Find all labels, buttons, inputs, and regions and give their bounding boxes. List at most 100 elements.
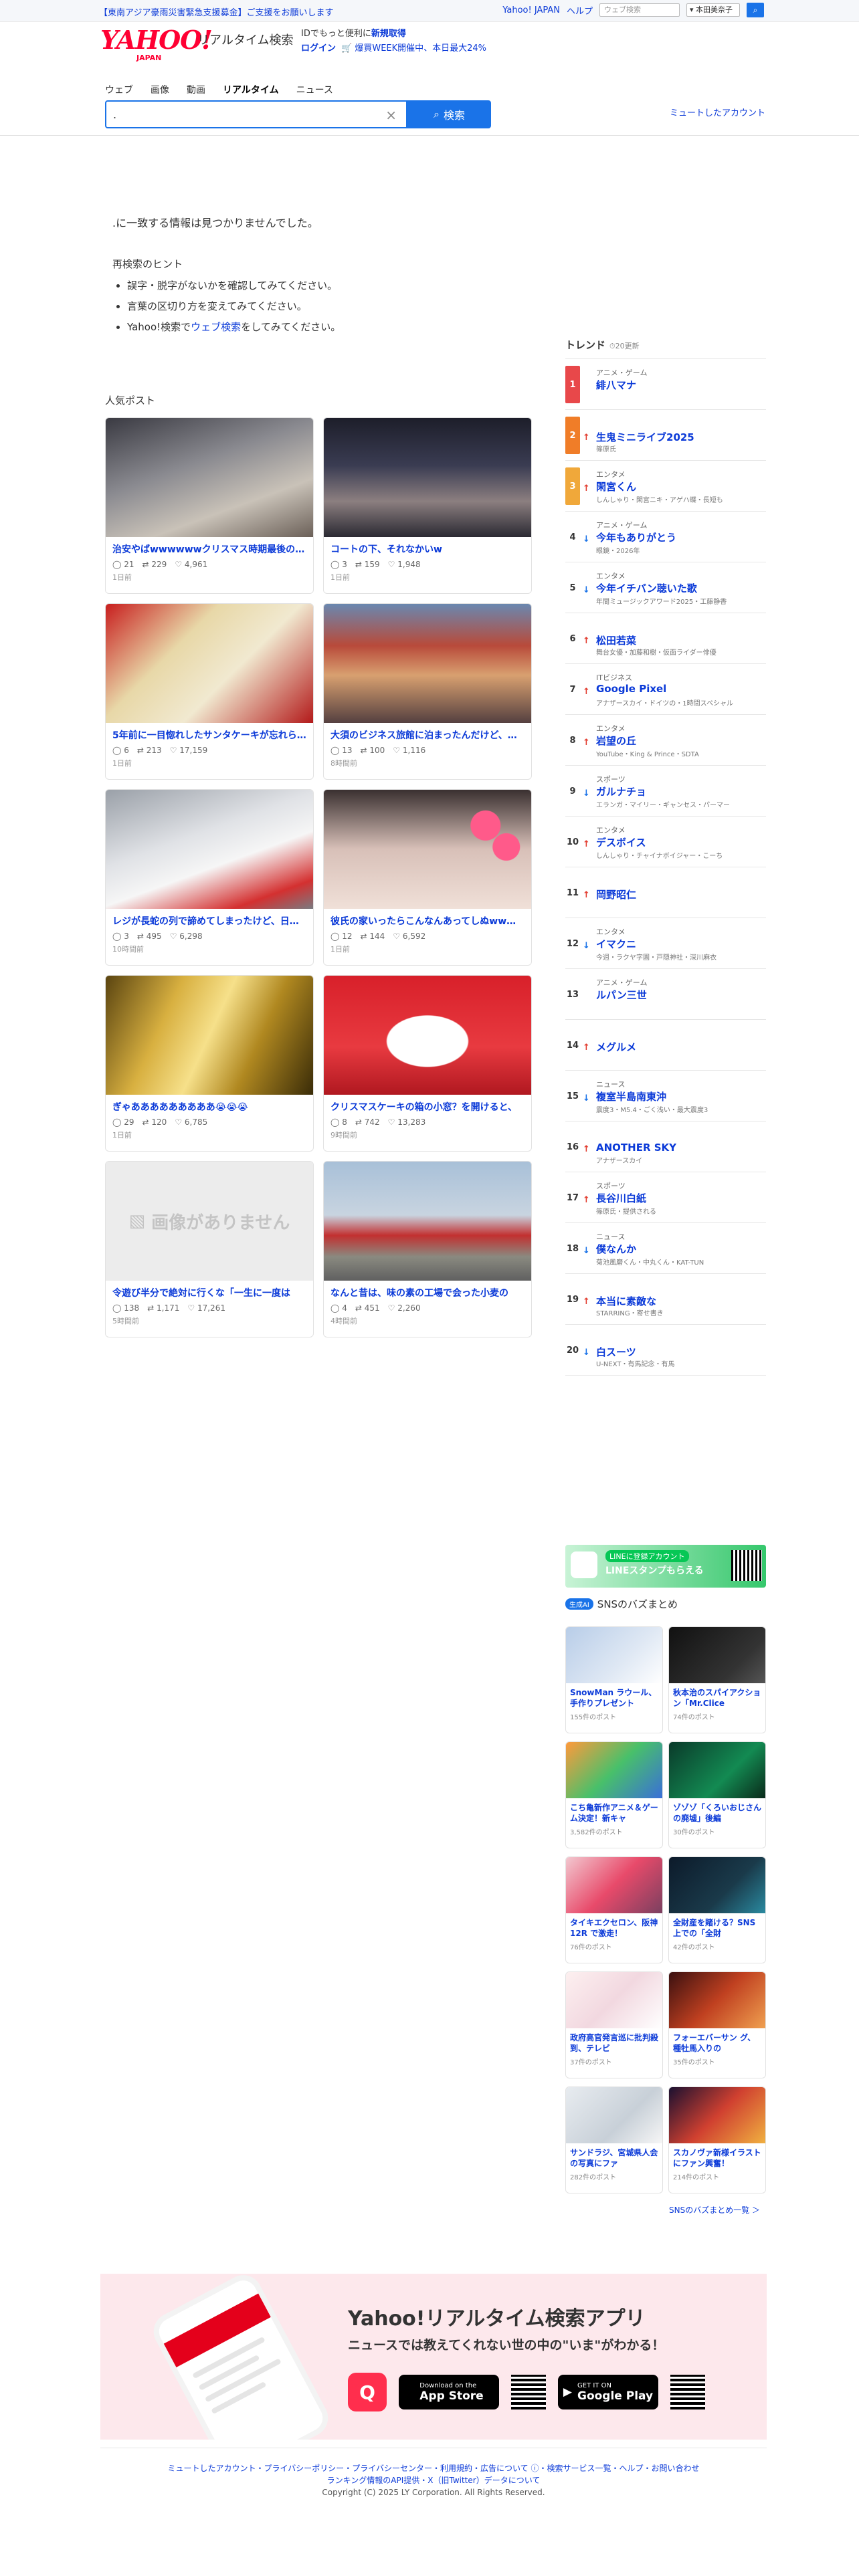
web-search-button[interactable]: ⌕: [747, 3, 764, 17]
trend-item[interactable]: 4 ↓ アニメ・ゲーム 今年もありがとう 眼鏡・2026年: [565, 512, 766, 562]
footer-links-2[interactable]: ランキング情報のAPI提供・X（旧Twitter）データについて: [100, 2474, 767, 2486]
trend-item[interactable]: 18 ↓ ニュース 僕なんか 菊池風磨くん・中丸くん・KAT-TUN: [565, 1223, 766, 1274]
trend-item[interactable]: 6 ↑ 松田若菜 舞台女優・加藤和樹・仮面ライダー俳優: [565, 613, 766, 664]
post-caption[interactable]: 大須のビジネス旅館に泊まったんだけど、最高: [324, 723, 531, 742]
line-banner[interactable]: LINEに登録アカウント LINEスタンプもらえる: [565, 1545, 766, 1588]
trend-item[interactable]: 12 ↓ エンタメ イマクニ 今週・ラクヤ字園・戸隠神社・深川麻衣: [565, 918, 766, 969]
trend-name[interactable]: ルパン三世: [596, 988, 647, 1002]
trend-name[interactable]: 生鬼ミニライブ2025: [596, 430, 694, 444]
post-caption[interactable]: なんと昔は、味の素の工場で会った小麦の: [324, 1281, 531, 1299]
trend-item[interactable]: 9 ↓ スポーツ ガルナチョ エランガ・マイリー・ギャンセス・パーマー: [565, 766, 766, 817]
trend-item[interactable]: 15 ↓ ニュース 複室半島南東沖 震度3・M5.4・ごく浅い・最大震度3: [565, 1071, 766, 1121]
sns-buzz-card[interactable]: こち亀新作アニメ＆ゲーム決定！新キャ 3,582件のポスト: [565, 1741, 663, 1848]
yahoo-japan-link[interactable]: Yahoo! JAPAN: [502, 5, 560, 15]
sns-buzz-card[interactable]: ゾゾゾ「くろいおじさんの廃墟」後編 30件のポスト: [668, 1741, 766, 1848]
sns-buzz-title[interactable]: タイキエクセロン、阪神12R で激走！: [566, 1913, 662, 1939]
sns-buzz-card[interactable]: サンドラジ、宮城県人会の写真にファ 282件のポスト: [565, 2086, 663, 2193]
sns-buzz-title[interactable]: 全財産を賭ける？SNS上での「全財: [669, 1913, 765, 1939]
post-caption[interactable]: レジが長蛇の列で諦めてしまったけど、日本の: [106, 909, 313, 928]
post-card[interactable]: 彼氏の家いったらこんなんあってしぬwwwww ◯ 12 ⇄ 144 ♡ 6,592 …: [323, 789, 532, 966]
web-search-link[interactable]: ウェブ検索: [191, 321, 241, 333]
trend-item[interactable]: 13 アニメ・ゲーム ルパン三世: [565, 969, 766, 1020]
trend-item[interactable]: 16 ↑ ANOTHER SKY アナザースカイ: [565, 1121, 766, 1172]
sns-buzz-title[interactable]: サンドラジ、宮城県人会の写真にファ: [566, 2143, 662, 2169]
trend-name[interactable]: メグルメ: [596, 1040, 636, 1054]
trend-item[interactable]: 3 ↑ エンタメ 閑宮くん しんしゃり・閑宮ニキ・アゲハ蝶・長短も: [565, 461, 766, 512]
sns-buzz-more-link[interactable]: SNSのバズまとめ一覧 ＞: [669, 2204, 760, 2216]
trend-name[interactable]: イマクニ: [596, 937, 636, 951]
sns-buzz-thumbnail[interactable]: [566, 2087, 662, 2143]
footer-links[interactable]: ミュートしたアカウント・プライバシーポリシー・プライバシーセンター・利用規約・広…: [100, 2462, 767, 2474]
tab-image[interactable]: 画像: [151, 83, 169, 100]
search-scope-select[interactable]: ▾ 本田美奈子: [686, 3, 740, 17]
tab-news[interactable]: ニュース: [296, 83, 333, 100]
post-card[interactable]: コートの下、それなかいw ◯ 3 ⇄ 159 ♡ 1,948 1日前: [323, 417, 532, 594]
trend-name[interactable]: 松田若菜: [596, 633, 636, 647]
sns-buzz-thumbnail[interactable]: [669, 1627, 765, 1683]
sns-buzz-card[interactable]: スカノヴァ新様イラストにファン興奮！ 214件のポスト: [668, 2086, 766, 2193]
post-caption[interactable]: コートの下、それなかいw: [324, 537, 531, 556]
sns-buzz-title[interactable]: SnowMan ラウール、手作りプレゼント: [566, 1683, 662, 1709]
clear-icon[interactable]: ×: [385, 107, 397, 123]
post-card[interactable]: 治安やばwwwwwwクリスマス時期最後の土曜日 ◯ 21 ⇄ 229 ♡ 4,961…: [105, 417, 314, 594]
post-card[interactable]: ぎゃあああああああああ😭😭😭 ◯ 29 ⇄ 120 ♡ 6,785 1日前: [105, 975, 314, 1152]
search-query[interactable]: .: [113, 108, 116, 121]
register-link[interactable]: 新規取得: [371, 29, 406, 39]
post-caption[interactable]: 治安やばwwwwwwクリスマス時期最後の土曜日: [106, 537, 313, 556]
tab-realtime[interactable]: リアルタイム: [223, 83, 279, 100]
sns-buzz-title[interactable]: スカノヴァ新様イラストにファン興奮！: [669, 2143, 765, 2169]
trend-name[interactable]: 複室半島南東沖: [596, 1089, 666, 1103]
sns-buzz-card[interactable]: 秋本治のスパイアクション「Mr.Clice 74件のポスト: [668, 1626, 766, 1733]
trend-name[interactable]: デスボイス: [596, 835, 646, 849]
trend-name[interactable]: 今年もありがとう: [596, 530, 676, 544]
post-card[interactable]: なんと昔は、味の素の工場で会った小麦の ◯ 4 ⇄ 451 ♡ 2,260 4時間前: [323, 1161, 532, 1337]
trend-item[interactable]: 8 ↑ エンタメ 岩望の丘 YouTube・King & Prince・SDTA: [565, 715, 766, 766]
post-caption[interactable]: ぎゃあああああああああ😭😭😭: [106, 1095, 313, 1113]
promo-offer-link[interactable]: 🛒 爆買WEEK開催中、本日最大24%: [341, 43, 486, 53]
trend-name[interactable]: 閑宮くん: [596, 479, 636, 494]
sns-buzz-title[interactable]: こち亀新作アニメ＆ゲーム決定！新キャ: [566, 1798, 662, 1824]
tab-web[interactable]: ウェブ: [105, 83, 133, 100]
app-store-button[interactable]: Download on the App Store: [399, 2375, 499, 2409]
sns-buzz-thumbnail[interactable]: [669, 1742, 765, 1798]
post-image[interactable]: [106, 604, 313, 723]
trend-item[interactable]: 10 ↑ エンタメ デスボイス しんしゃり・チャイナボイジャー・こーち: [565, 817, 766, 867]
muted-accounts-link[interactable]: ミュートしたアカウント: [670, 106, 765, 118]
login-link[interactable]: ログイン: [301, 43, 336, 53]
sns-buzz-thumbnail[interactable]: [669, 1857, 765, 1913]
sns-buzz-card[interactable]: タイキエクセロン、阪神12R で激走！ 76件のポスト: [565, 1856, 663, 1963]
trend-item[interactable]: 14 ↑ メグルメ: [565, 1020, 766, 1071]
sns-buzz-thumbnail[interactable]: [566, 1857, 662, 1913]
trend-item[interactable]: 7 ↑ ITビジネス Google Pixel アナザースカイ・ドイツの・1時間スペシャ…: [565, 664, 766, 715]
post-card[interactable]: 大須のビジネス旅館に泊まったんだけど、最高 ◯ 13 ⇄ 100 ♡ 1,116 8…: [323, 603, 532, 780]
post-card[interactable]: ▧ 画像がありません 令遊び半分で絶対に行くな「一生に一度は ◯ 138 ⇄ 1,…: [105, 1161, 314, 1337]
app-banner[interactable]: Yahoo!リアルタイム検索アプリ ニュースでは教えてくれない世の中の"いま"が…: [100, 2274, 767, 2440]
sns-buzz-thumbnail[interactable]: [566, 1627, 662, 1683]
post-image[interactable]: [324, 418, 531, 537]
search-input[interactable]: . ×: [105, 100, 407, 128]
post-image[interactable]: [324, 976, 531, 1095]
trend-name[interactable]: ガルナチョ: [596, 784, 646, 798]
post-caption[interactable]: 令遊び半分で絶対に行くな「一生に一度は: [106, 1281, 313, 1299]
trend-item[interactable]: 11 ↑ 岡野昭仁: [565, 867, 766, 918]
logo[interactable]: YAHOO! JAPAN リアルタイム検索: [100, 27, 293, 63]
sns-buzz-thumbnail[interactable]: [566, 1972, 662, 2028]
sns-buzz-title[interactable]: フォーエバーサン グ、種牡馬入りの: [669, 2028, 765, 2054]
trend-item[interactable]: 19 ↑ 本当に素敵な STARRING・寄せ書き: [565, 1274, 766, 1325]
sns-buzz-thumbnail[interactable]: [566, 1742, 662, 1798]
trend-name[interactable]: 緋八マナ: [596, 378, 636, 392]
post-image[interactable]: [324, 604, 531, 723]
sns-buzz-thumbnail[interactable]: [669, 1972, 765, 2028]
help-link[interactable]: ヘルプ: [567, 4, 593, 17]
post-caption[interactable]: 5年前に一目惚れしたサンタケーキが忘れられない: [106, 723, 313, 742]
sns-buzz-card[interactable]: 全財産を賭ける？SNS上での「全財 42件のポスト: [668, 1856, 766, 1963]
search-button[interactable]: ⌕ 検索: [407, 100, 491, 128]
trend-name[interactable]: 岡野昭仁: [596, 887, 636, 901]
trend-name[interactable]: 本当に素敵な: [596, 1294, 656, 1308]
trend-name[interactable]: ANOTHER SKY: [596, 1142, 676, 1154]
yahoo-logo[interactable]: YAHOO!: [100, 27, 213, 53]
post-card[interactable]: 5年前に一目惚れしたサンタケーキが忘れられない ◯ 6 ⇄ 213 ♡ 17,159…: [105, 603, 314, 780]
post-image[interactable]: [324, 790, 531, 909]
sns-buzz-thumbnail[interactable]: [669, 2087, 765, 2143]
web-search-input[interactable]: ウェブ検索: [599, 3, 680, 17]
